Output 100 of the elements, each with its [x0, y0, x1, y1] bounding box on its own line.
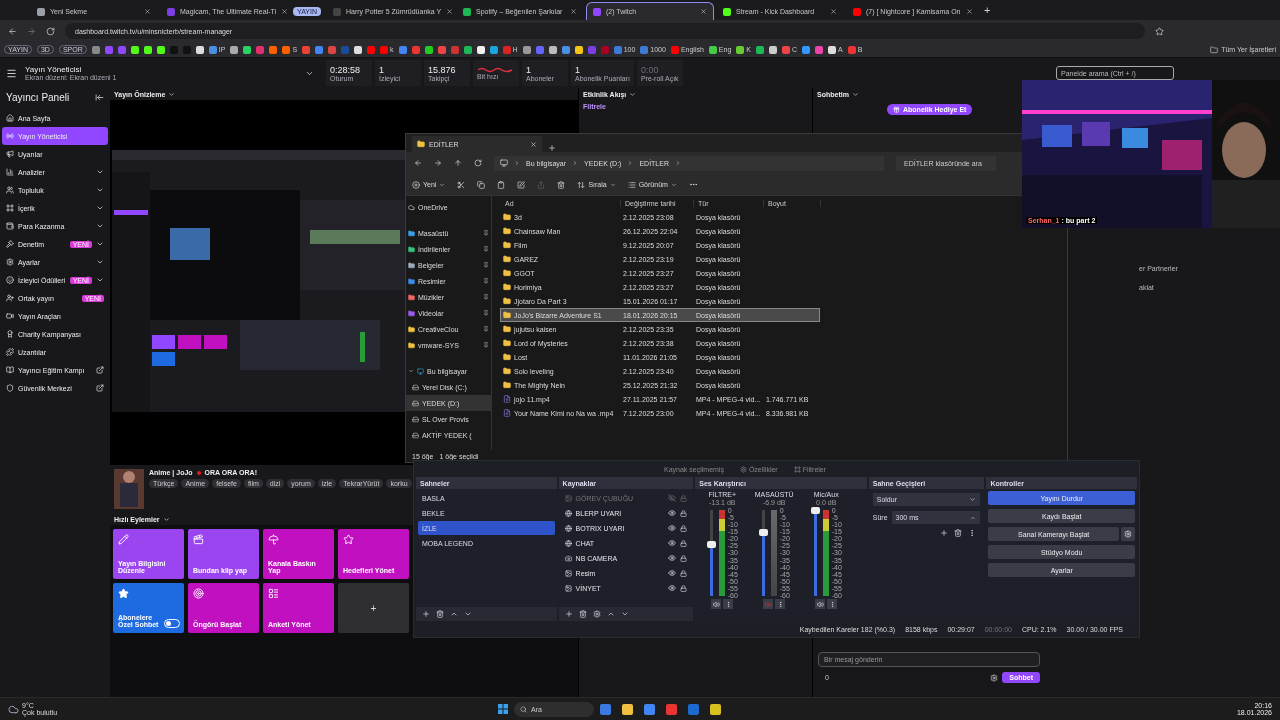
folder-icon	[503, 255, 511, 263]
taskbar-app-icon[interactable]	[666, 703, 677, 715]
close-icon	[965, 8, 973, 15]
share-icon	[537, 180, 546, 189]
bookmark-icon[interactable]	[708, 45, 717, 54]
bookmark-icon[interactable]	[769, 45, 777, 54]
slider-thumb[interactable]	[810, 507, 820, 514]
folder-icon	[1210, 45, 1219, 54]
eye-icon[interactable]	[668, 584, 677, 592]
bookmark-icon[interactable]	[522, 45, 531, 54]
nav-icon	[6, 168, 14, 176]
folder-icon	[408, 245, 415, 253]
slider-thumb[interactable]	[706, 541, 716, 549]
eye-icon[interactable]	[668, 509, 677, 517]
eye-off-icon[interactable]	[668, 494, 677, 502]
image-icon	[564, 584, 572, 592]
bookmark-icon[interactable]	[230, 45, 239, 54]
chevron-down-icon[interactable]	[96, 222, 104, 230]
pin-icon[interactable]	[483, 278, 489, 284]
speaker-icon[interactable]	[711, 599, 722, 609]
external-link-icon[interactable]	[96, 384, 104, 392]
nav-icon	[6, 312, 14, 320]
nav-icon	[6, 348, 14, 356]
chevron-down-icon[interactable]	[96, 186, 104, 194]
eye-icon[interactable]	[668, 554, 677, 562]
chevron-right-icon	[675, 160, 681, 166]
pin-icon[interactable]	[483, 326, 489, 332]
menu-icon[interactable]	[827, 599, 838, 609]
settings-icon	[990, 673, 999, 682]
add-action-tile[interactable]: +	[338, 583, 409, 633]
new-tab-button[interactable]: +	[975, 4, 999, 20]
taskbar-app-icon[interactable]	[600, 703, 611, 715]
pin-icon[interactable]	[483, 342, 489, 348]
chevron-down-icon[interactable]	[96, 168, 104, 176]
bookmark-icon[interactable]	[424, 45, 433, 54]
bookmark-icon[interactable]	[143, 45, 152, 54]
external-link-icon[interactable]	[96, 366, 104, 374]
eye-icon[interactable]	[668, 539, 677, 547]
nav-icon	[6, 258, 14, 266]
up-icon	[454, 159, 462, 167]
plus-icon	[422, 610, 430, 618]
chevron-down-icon[interactable]	[96, 240, 104, 248]
pin-icon[interactable]	[483, 294, 489, 300]
down-icon	[464, 610, 472, 618]
chevron-down-icon	[969, 496, 977, 503]
eye-icon[interactable]	[668, 524, 677, 532]
forward-icon	[434, 159, 442, 167]
live-dot-icon	[196, 470, 201, 475]
taskbar-app-icon[interactable]	[622, 703, 633, 715]
gear-icon	[592, 610, 601, 618]
close-icon	[829, 8, 837, 15]
bookmark-icon[interactable]	[828, 45, 837, 54]
bookmark-icon[interactable]	[489, 45, 498, 54]
volume-slider[interactable]	[709, 510, 713, 596]
chevron-down-icon	[609, 181, 616, 188]
nav-icon	[6, 186, 14, 194]
chevron-down-icon[interactable]	[96, 204, 104, 212]
bookmark-icon[interactable]	[574, 45, 583, 54]
chevron-down-icon	[670, 181, 677, 188]
taskbar-app-icon[interactable]	[710, 703, 721, 715]
speaker-icon[interactable]	[815, 599, 826, 609]
bookmark-icon[interactable]	[756, 45, 764, 54]
folder-icon	[503, 367, 511, 375]
pin-icon[interactable]	[483, 262, 489, 268]
pin-icon[interactable]	[483, 230, 489, 236]
chevron-down-icon[interactable]	[96, 258, 104, 266]
cloud-icon	[8, 703, 19, 715]
lock-icon	[680, 554, 688, 562]
bookmark-icon[interactable]	[476, 45, 485, 54]
menu-icon[interactable]	[723, 599, 734, 609]
stat-value: 0:00	[640, 64, 660, 75]
bookmark-icon[interactable]	[130, 45, 139, 54]
folder-icon	[503, 325, 511, 333]
bookmark-icon[interactable]	[548, 45, 557, 54]
eye-icon[interactable]	[668, 569, 677, 577]
bookmark-icon[interactable]	[736, 45, 745, 54]
folder-icon	[408, 229, 415, 237]
bookmark-icon[interactable]	[243, 45, 252, 54]
pin-icon[interactable]	[483, 310, 489, 316]
volume-slider[interactable]	[761, 510, 765, 596]
chevron-down-icon[interactable]	[96, 276, 104, 284]
settings-icon[interactable]	[1121, 527, 1135, 541]
menu-icon[interactable]	[775, 599, 786, 609]
spinner-icon	[970, 514, 977, 521]
bookmark-icon[interactable]	[156, 45, 165, 54]
bookmark-icon[interactable]	[354, 45, 363, 54]
start-icon[interactable]	[498, 704, 508, 714]
nav-icon	[6, 240, 14, 248]
bookmark-icon[interactable]	[463, 45, 472, 54]
forward-icon	[27, 26, 36, 36]
chevron-right-icon	[514, 160, 520, 166]
rename-icon	[517, 180, 526, 189]
copy-icon	[477, 180, 486, 189]
bookmark-icon[interactable]	[195, 45, 204, 54]
slider-thumb[interactable]	[758, 528, 768, 536]
taskbar-app-icon[interactable]	[644, 703, 655, 715]
folder-icon	[503, 227, 511, 235]
pin-icon[interactable]	[483, 246, 489, 252]
volume-slider[interactable]	[813, 510, 817, 596]
image-icon	[564, 569, 572, 577]
